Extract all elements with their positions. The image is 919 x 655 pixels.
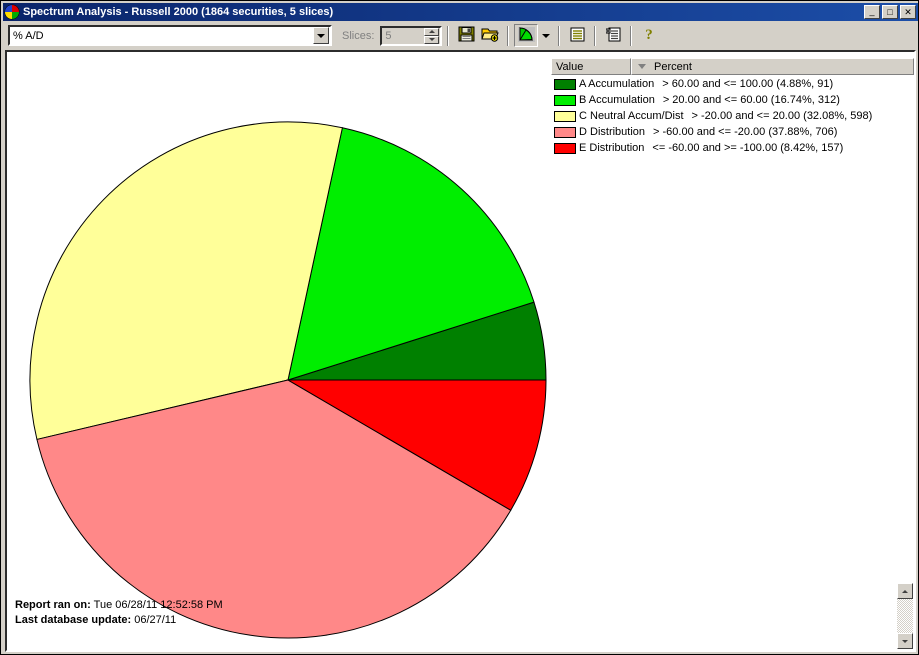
report-view-button[interactable] (565, 24, 589, 47)
toolbar-separator (447, 25, 450, 46)
last-update-line: Last database update: 06/27/11 (15, 613, 515, 628)
legend-row-name: E Distribution (579, 142, 645, 154)
legend-header: Value Percent (551, 58, 914, 75)
window-title: Spectrum Analysis - Russell 2000 (1864 s… (23, 6, 334, 18)
maximize-icon: □ (887, 6, 893, 17)
spectrum-pie-chart[interactable] (23, 116, 553, 642)
help-button[interactable]: ? (637, 24, 661, 47)
last-update-label: Last database update: (15, 614, 132, 626)
chart-type-dropdown[interactable] (538, 23, 553, 48)
slices-increment-button[interactable] (424, 27, 440, 36)
close-icon: ✕ (904, 6, 912, 17)
legend-row-detail: > 60.00 and <= 100.00 (4.88%, 91) (662, 78, 834, 90)
detail-list-icon (605, 27, 621, 45)
toolbar-separator (594, 25, 597, 46)
report-canvas: Value Percent A Accumulation > 60.00 and … (5, 50, 916, 652)
last-update-value: 06/27/11 (134, 614, 177, 626)
chart-type-button[interactable] (514, 24, 539, 47)
scroll-down-button[interactable] (897, 633, 913, 649)
chevron-down-icon (541, 33, 550, 38)
floppy-disk-icon (458, 26, 475, 45)
legend-color-swatch (554, 94, 576, 106)
slices-label: Slices: (342, 29, 375, 42)
legend-row-name: C Neutral Accum/Dist (579, 110, 684, 122)
scrollbar-track[interactable] (897, 599, 913, 633)
save-button[interactable] (454, 24, 478, 47)
report-ran-line: Report ran on: Tue 06/28/11 12:52:58 PM (15, 598, 515, 613)
title-bar[interactable]: Spectrum Analysis - Russell 2000 (1864 s… (3, 3, 918, 21)
legend-color-swatch (554, 78, 576, 90)
report-footer: Report ran on: Tue 06/28/11 12:52:58 PM … (15, 598, 515, 628)
legend-row-detail: > -60.00 and <= -20.00 (37.88%, 706) (653, 126, 838, 138)
legend-column-value[interactable]: Value (551, 58, 631, 75)
slices-stepper[interactable]: 5 (380, 25, 443, 46)
toolbar-separator (558, 25, 561, 46)
close-button[interactable]: ✕ (900, 5, 916, 19)
list-view-icon (570, 27, 585, 45)
toolbar-separator (507, 25, 510, 46)
legend-row[interactable]: B Accumulation > 20.00 and <= 60.00 (16.7… (551, 92, 914, 108)
open-button[interactable] (478, 24, 502, 47)
legend-row-detail: > -20.00 and <= 20.00 (32.08%, 598) (691, 110, 873, 122)
legend-column-percent-label: Percent (654, 60, 692, 73)
legend-row-name: D Distribution (579, 126, 646, 138)
legend-color-swatch (554, 110, 576, 122)
legend-color-swatch (554, 126, 576, 138)
legend-row[interactable]: A Accumulation > 60.00 and <= 100.00 (4.8… (551, 76, 914, 92)
legend-column-value-label: Value (556, 60, 584, 73)
report-ran-value: Tue 06/28/11 12:52:58 PM (93, 599, 223, 611)
maximize-button[interactable]: □ (882, 5, 898, 19)
legend-row[interactable]: C Neutral Accum/Dist > -20.00 and <= 20.0… (551, 108, 914, 124)
pie-chart-icon (517, 26, 535, 45)
toolbar: % A/D Slices: 5 ? (3, 22, 918, 49)
pie-slices (29, 121, 547, 639)
detail-report-button[interactable] (601, 24, 625, 47)
toolbar-separator (630, 25, 633, 46)
indicator-select-value: % A/D (13, 29, 44, 42)
report-ran-label: Report ran on: (15, 599, 91, 611)
slices-stepper-value: 5 (385, 29, 392, 42)
vertical-scrollbar[interactable] (897, 583, 913, 649)
chart-legend: Value Percent A Accumulation > 60.00 and … (551, 58, 914, 158)
scroll-up-button[interactable] (897, 583, 913, 599)
slices-stepper-buttons[interactable] (424, 27, 440, 44)
minimize-icon: _ (869, 6, 875, 16)
legend-color-swatch (554, 142, 576, 154)
minimize-button[interactable]: _ (864, 5, 880, 19)
slices-decrement-button[interactable] (424, 35, 440, 44)
legend-row[interactable]: D Distribution > -60.00 and <= -20.00 (37… (551, 124, 914, 140)
indicator-select[interactable]: % A/D (8, 25, 332, 46)
chevron-down-icon[interactable] (313, 27, 329, 44)
pie-chart-icon (4, 4, 20, 20)
legend-row-detail: > 20.00 and <= 60.00 (16.74%, 312) (662, 94, 840, 106)
legend-row[interactable]: E Distribution <= -60.00 and >= -100.00 (… (551, 140, 914, 156)
legend-rows: A Accumulation > 60.00 and <= 100.00 (4.8… (551, 75, 914, 156)
sort-descending-icon (638, 64, 646, 69)
legend-column-percent[interactable]: Percent (631, 58, 914, 75)
question-mark-icon: ? (642, 26, 656, 45)
open-folder-icon (481, 26, 500, 45)
legend-row-detail: <= -60.00 and >= -100.00 (8.42%, 157) (652, 142, 844, 154)
spectrum-analysis-window: Spectrum Analysis - Russell 2000 (1864 s… (0, 0, 919, 655)
legend-row-name: B Accumulation (579, 94, 655, 106)
legend-row-name: A Accumulation (579, 78, 655, 90)
svg-text:?: ? (646, 27, 654, 42)
